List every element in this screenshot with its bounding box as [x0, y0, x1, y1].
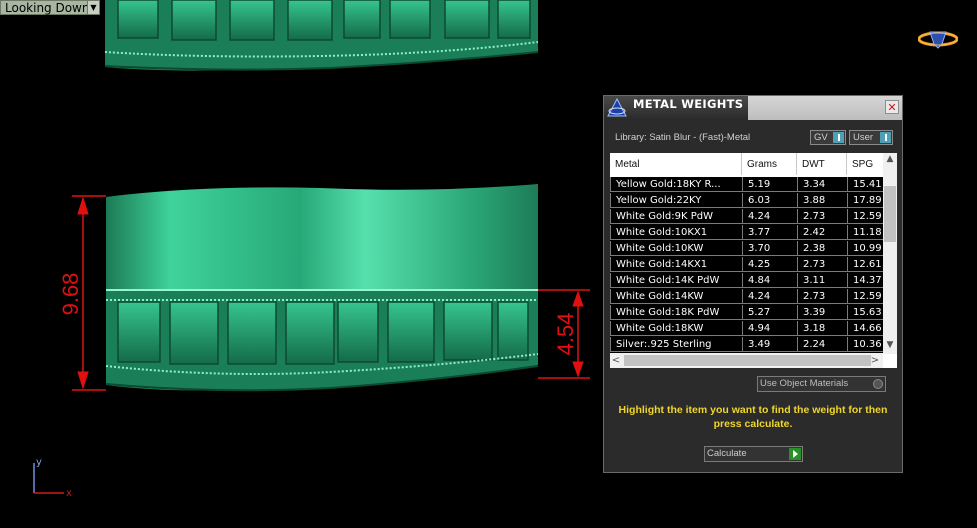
- cell-grams: 5.19: [742, 177, 797, 192]
- metal-table[interactable]: Metal Grams DWT SPG Yellow Gold:18KY R..…: [610, 153, 897, 368]
- cell-dwt: 3.39: [797, 305, 847, 320]
- cell-dwt: 2.73: [797, 209, 847, 224]
- vertical-scroll-thumb[interactable]: [884, 186, 896, 242]
- cell-metal: White Gold:10KX1: [610, 225, 742, 240]
- cell-spg: 12.59: [847, 209, 883, 224]
- cell-dwt: 2.24: [797, 337, 847, 352]
- table-row[interactable]: White Gold:9K PdW 4.24 2.73 12.59: [610, 209, 883, 224]
- user-indicator-icon: [880, 132, 891, 143]
- vertical-scrollbar[interactable]: ▲ ▼: [883, 153, 897, 354]
- calculate-button[interactable]: Calculate: [704, 446, 803, 462]
- cell-grams: 4.24: [742, 289, 797, 304]
- gv-label: GV: [814, 132, 828, 143]
- cell-spg: 14.37: [847, 273, 883, 288]
- table-header: Metal Grams DWT SPG: [610, 153, 883, 175]
- user-label: User: [853, 132, 874, 143]
- table-row[interactable]: White Gold:10KW 3.70 2.38 10.99: [610, 241, 883, 256]
- close-icon[interactable]: ✕: [885, 100, 899, 114]
- cell-grams: 3.70: [742, 241, 797, 256]
- radio-icon[interactable]: [873, 379, 883, 389]
- cell-grams: 4.84: [742, 273, 797, 288]
- panel-title-tab: METAL WEIGHTS: [604, 96, 748, 120]
- cell-spg: 15.41: [847, 177, 883, 192]
- cell-metal: Yellow Gold:18KY R...: [610, 177, 742, 192]
- axis-y-label: y: [36, 457, 42, 468]
- ring-model-bottom: [105, 184, 539, 392]
- cell-spg: 15.63: [847, 305, 883, 320]
- cell-dwt: 2.42: [797, 225, 847, 240]
- table-row[interactable]: White Gold:18K PdW 5.27 3.39 15.63: [610, 305, 883, 320]
- cell-metal: White Gold:14K PdW: [610, 273, 742, 288]
- horizontal-scroll-thumb[interactable]: [624, 355, 871, 366]
- column-header-metal[interactable]: Metal: [610, 153, 742, 175]
- dimension-left-value: 9.68: [58, 273, 83, 316]
- cell-grams: 6.03: [742, 193, 797, 208]
- table-row[interactable]: Yellow Gold:18KY R... 5.19 3.34 15.41: [610, 177, 883, 192]
- gv-toggle-button[interactable]: GV: [810, 130, 846, 145]
- cell-dwt: 2.73: [797, 257, 847, 272]
- table-row[interactable]: White Gold:18KW 4.94 3.18 14.66: [610, 321, 883, 336]
- calculate-label: Calculate: [707, 448, 747, 459]
- panel-titlebar[interactable]: METAL WEIGHTS ✕: [604, 96, 902, 120]
- cell-grams: 3.49: [742, 337, 797, 352]
- cell-metal: Yellow Gold:22KY: [610, 193, 742, 208]
- cell-spg: 12.61: [847, 257, 883, 272]
- cell-metal: White Gold:9K PdW: [610, 209, 742, 224]
- axis-indicator: y x: [33, 457, 72, 499]
- axis-x-label: x: [66, 488, 72, 499]
- cell-spg: 11.18: [847, 225, 883, 240]
- ring-model-top: [104, 0, 539, 71]
- scroll-right-icon[interactable]: >: [869, 353, 881, 368]
- table-row[interactable]: White Gold:14KW 4.24 2.73 12.59: [610, 289, 883, 304]
- cell-spg: 12.59: [847, 289, 883, 304]
- table-row[interactable]: Silver:.925 Sterling 3.49 2.24 10.36: [610, 337, 883, 352]
- user-toggle-button[interactable]: User: [849, 130, 893, 145]
- column-header-spg[interactable]: SPG: [847, 153, 887, 175]
- cell-spg: 10.99: [847, 241, 883, 256]
- column-header-grams[interactable]: Grams: [742, 153, 797, 175]
- cell-spg: 10.36: [847, 337, 883, 352]
- dimension-right-value: 4.54: [553, 313, 578, 356]
- gv-indicator-icon: [833, 132, 844, 143]
- cell-metal: White Gold:14KW: [610, 289, 742, 304]
- cell-dwt: 2.73: [797, 289, 847, 304]
- cell-dwt: 2.38: [797, 241, 847, 256]
- cell-metal: White Gold:14KX1: [610, 257, 742, 272]
- instruction-text: Highlight the item you want to find the …: [618, 404, 888, 430]
- table-row[interactable]: White Gold:10KX1 3.77 2.42 11.18: [610, 225, 883, 240]
- cell-grams: 3.77: [742, 225, 797, 240]
- cell-spg: 17.89: [847, 193, 883, 208]
- table-row[interactable]: Yellow Gold:22KY 6.03 3.88 17.89: [610, 193, 883, 208]
- column-header-dwt[interactable]: DWT: [797, 153, 847, 175]
- cell-grams: 4.94: [742, 321, 797, 336]
- panel-title: METAL WEIGHTS: [633, 97, 744, 111]
- cell-dwt: 3.18: [797, 321, 847, 336]
- cell-dwt: 3.88: [797, 193, 847, 208]
- metal-weights-logo-icon: [607, 98, 627, 117]
- cell-dwt: 3.34: [797, 177, 847, 192]
- table-row[interactable]: White Gold:14K PdW 4.84 3.11 14.37: [610, 273, 883, 288]
- use-object-materials-option[interactable]: Use Object Materials: [757, 376, 886, 392]
- horizontal-scrollbar[interactable]: < >: [610, 353, 883, 368]
- cell-grams: 4.24: [742, 209, 797, 224]
- app-logo-icon: [918, 31, 958, 49]
- cell-grams: 5.27: [742, 305, 797, 320]
- cell-dwt: 3.11: [797, 273, 847, 288]
- cell-metal: White Gold:18K PdW: [610, 305, 742, 320]
- cell-metal: Silver:.925 Sterling: [610, 337, 742, 352]
- table-body: Yellow Gold:18KY R... 5.19 3.34 15.41 Yellow…: [610, 177, 883, 353]
- library-label: Library: Satin Blur - (Fast)-Metal: [615, 132, 751, 143]
- cell-spg: 14.66: [847, 321, 883, 336]
- scroll-up-icon[interactable]: ▲: [883, 153, 897, 166]
- play-icon: [789, 448, 801, 460]
- scroll-down-icon[interactable]: ▼: [883, 339, 897, 352]
- metal-weights-panel: METAL WEIGHTS ✕ Library: Satin Blur - (F…: [603, 95, 903, 473]
- cell-metal: White Gold:10KW: [610, 241, 742, 256]
- use-object-materials-label: Use Object Materials: [760, 378, 849, 389]
- cell-grams: 4.25: [742, 257, 797, 272]
- scroll-left-icon[interactable]: <: [610, 353, 622, 368]
- cell-metal: White Gold:18KW: [610, 321, 742, 336]
- table-row[interactable]: White Gold:14KX1 4.25 2.73 12.61: [610, 257, 883, 272]
